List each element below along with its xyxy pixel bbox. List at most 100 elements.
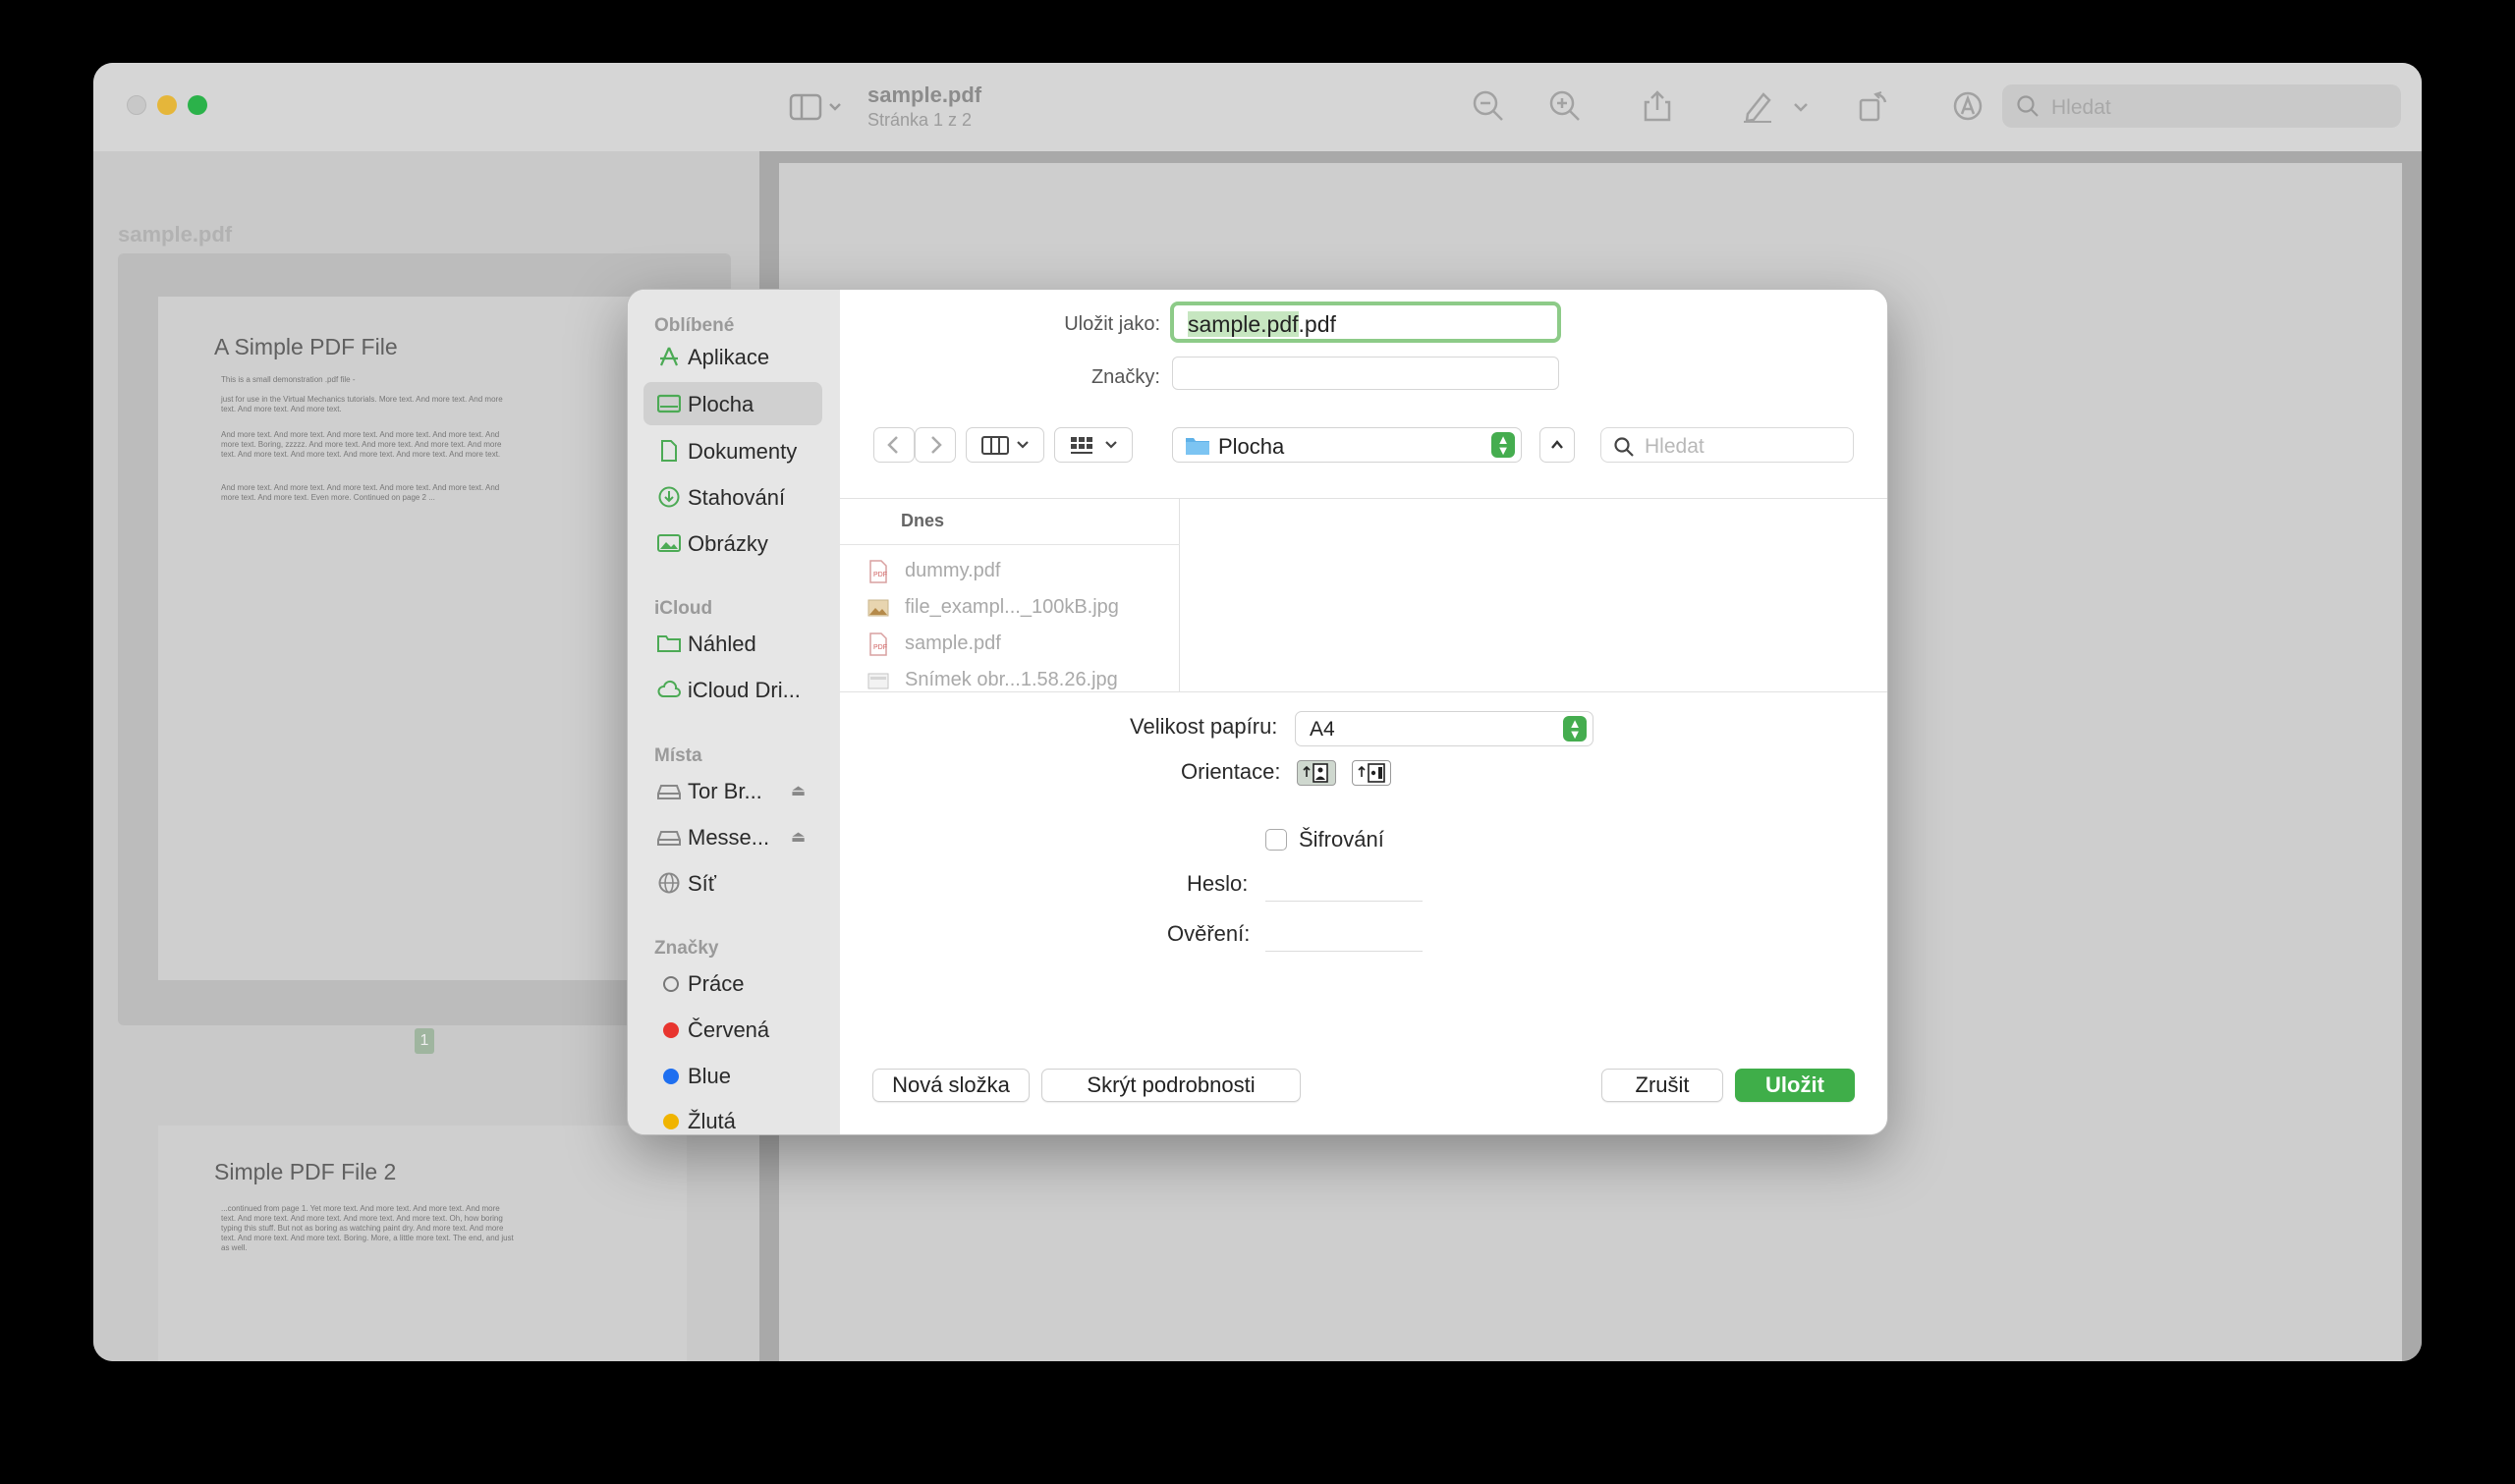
hide-details-button[interactable]: Skrýt podrobnosti xyxy=(1041,1069,1301,1102)
sidebar-item-label: iCloud Dri... xyxy=(688,678,801,702)
file-name: sample.pdf xyxy=(905,632,1001,654)
sidebar-tag-prace[interactable]: Práce xyxy=(643,962,822,1005)
orientation-label: Orientace: xyxy=(1181,759,1281,784)
tag-dot-icon xyxy=(663,1114,679,1129)
maximize-window-button[interactable] xyxy=(188,95,207,115)
screen: sample.pdf Stránka 1 z 2 Hledat sample.p… xyxy=(0,0,2515,1484)
save-button[interactable]: Uložit xyxy=(1735,1069,1855,1102)
page-thumbnail-2[interactable]: Simple PDF File 2 ...continued from page… xyxy=(158,1126,687,1361)
thumbnail-page-number: 1 xyxy=(415,1028,434,1054)
column-header-divider xyxy=(840,544,1180,545)
sidebar-section-icloud: iCloud xyxy=(654,598,713,619)
cancel-button[interactable]: Zrušit xyxy=(1601,1069,1723,1102)
sidebar-item-label: Plocha xyxy=(688,392,754,416)
file-row[interactable]: PDF sample.pdf xyxy=(867,625,1180,661)
location-label: Plocha xyxy=(1218,434,1285,459)
file-row[interactable]: PDF dummy.pdf xyxy=(867,552,1180,588)
cloud-icon xyxy=(657,679,681,700)
save-as-label: Uložit jako: xyxy=(1064,313,1160,335)
back-button[interactable] xyxy=(873,427,915,463)
paper-size-value: A4 xyxy=(1310,718,1335,741)
sidebar-item-icloud-drive[interactable]: iCloud Dri... xyxy=(643,668,822,711)
page-thumbnail-1[interactable]: A Simple PDF File This is a small demons… xyxy=(158,297,687,980)
thumbnail-sidebar-title: sample.pdf xyxy=(118,222,233,247)
encryption-checkbox[interactable] xyxy=(1265,829,1287,851)
photos-icon xyxy=(657,532,681,554)
file-row[interactable]: Snímek obr...1.58.26.jpg xyxy=(867,661,1180,691)
forward-button[interactable] xyxy=(915,427,956,463)
dialog-search-field[interactable]: Hledat xyxy=(1600,427,1854,463)
search-placeholder: Hledat xyxy=(2051,96,2111,119)
sidebar-item-nahled[interactable]: Náhled xyxy=(643,622,822,665)
markup-pen-icon[interactable] xyxy=(1740,88,1775,124)
sidebar-item-obrazky[interactable]: Obrázky xyxy=(643,522,822,565)
tag-dot-icon xyxy=(663,976,679,992)
sidebar-item-label: Žlutá xyxy=(688,1109,736,1133)
zoom-out-icon[interactable] xyxy=(1471,88,1506,124)
popup-stepper-icon: ▲ ▼ xyxy=(1563,716,1587,742)
markup-menu-chevron-icon[interactable] xyxy=(1791,88,1811,124)
tags-input[interactable] xyxy=(1172,357,1559,390)
document-icon xyxy=(657,440,681,462)
download-icon xyxy=(657,486,681,508)
pdf-file-icon: PDF xyxy=(867,560,889,583)
orientation-portrait-button[interactable] xyxy=(1297,760,1336,786)
sidebar-item-label: Tor Br... xyxy=(688,779,762,803)
paper-size-label: Velikost papíru: xyxy=(1130,714,1278,739)
file-browser: Dnes PDF dummy.pdf file_exampl..._100kB.… xyxy=(840,498,1887,692)
sidebar-item-plocha[interactable]: Plocha xyxy=(643,382,822,425)
sidebar-item-label: Messe... xyxy=(688,825,770,850)
file-browser-column: Dnes PDF dummy.pdf file_exampl..._100kB.… xyxy=(840,499,1180,691)
sidebar-item-network[interactable]: Síť xyxy=(643,861,822,905)
svg-text:PDF: PDF xyxy=(873,644,887,651)
sidebar-item-tor-browser[interactable]: Tor Br... ⏏ xyxy=(643,769,822,812)
svg-text:PDF: PDF xyxy=(873,572,887,578)
sidebar-item-dokumenty[interactable]: Dokumenty xyxy=(643,429,822,472)
sidebar-tag-blue[interactable]: Blue xyxy=(643,1054,822,1097)
file-row[interactable]: file_exampl..._100kB.jpg xyxy=(867,588,1180,625)
sidebar-tag-zluta[interactable]: Žlutá xyxy=(643,1099,822,1134)
zoom-in-icon[interactable] xyxy=(1547,88,1583,124)
thumbnail-text-line: just for use in the Virtual Mechanics tu… xyxy=(221,395,503,413)
collapse-dialog-button[interactable] xyxy=(1539,427,1575,463)
password-label: Heslo: xyxy=(1187,871,1249,896)
sidebar-section-tags: Značky xyxy=(654,938,719,959)
dialog-sidebar: Oblíbené Aplikace Plocha Dokumenty Staho… xyxy=(628,290,840,1134)
eject-icon[interactable]: ⏏ xyxy=(791,781,806,800)
password-input[interactable] xyxy=(1265,868,1423,902)
tags-label: Značky: xyxy=(1090,366,1160,388)
search-icon xyxy=(2016,94,2040,118)
sidebar-item-stahovani[interactable]: Stahování xyxy=(643,475,822,519)
sidebar-toggle-icon[interactable] xyxy=(789,90,850,124)
sidebar-section-favorites: Oblíbené xyxy=(654,315,735,336)
verify-password-input[interactable] xyxy=(1265,918,1423,952)
sidebar-item-label: Síť xyxy=(688,871,717,896)
save-as-value: sample.pdf.pdf xyxy=(1188,311,1336,338)
sidebar-tag-cervena[interactable]: Červená xyxy=(643,1008,822,1051)
sidebar-section-places: Místa xyxy=(654,745,702,766)
sidebar-item-messenger[interactable]: Messe... ⏏ xyxy=(643,815,822,858)
minimize-window-button[interactable] xyxy=(157,95,177,115)
paper-size-popup[interactable]: A4 ▲ ▼ xyxy=(1295,711,1593,746)
document-title: sample.pdf xyxy=(867,82,982,107)
rotate-icon[interactable] xyxy=(1856,88,1891,124)
sidebar-item-label: Červená xyxy=(688,1017,770,1042)
location-popup[interactable]: Plocha ▲ ▼ xyxy=(1172,427,1522,463)
view-columns-button[interactable] xyxy=(966,427,1044,463)
desktop-icon xyxy=(656,393,682,414)
group-by-button[interactable] xyxy=(1054,427,1133,463)
sidebar-item-aplikace[interactable]: Aplikace xyxy=(643,335,822,378)
toolbar-search-field[interactable]: Hledat xyxy=(2002,84,2401,128)
image-file-icon xyxy=(867,596,889,620)
screenshot-file-icon xyxy=(867,669,889,691)
file-name: file_exampl..._100kB.jpg xyxy=(905,596,1119,618)
orientation-landscape-button[interactable] xyxy=(1352,760,1391,786)
new-folder-button[interactable]: Nová složka xyxy=(872,1069,1030,1102)
folder-icon xyxy=(657,632,681,654)
close-window-button[interactable] xyxy=(127,95,146,115)
eject-icon[interactable]: ⏏ xyxy=(791,827,806,847)
annotate-icon[interactable] xyxy=(1950,88,1985,124)
share-icon[interactable] xyxy=(1640,88,1675,124)
save-as-input[interactable]: sample.pdf.pdf xyxy=(1170,302,1561,343)
sidebar-item-label: Stahování xyxy=(688,485,786,510)
